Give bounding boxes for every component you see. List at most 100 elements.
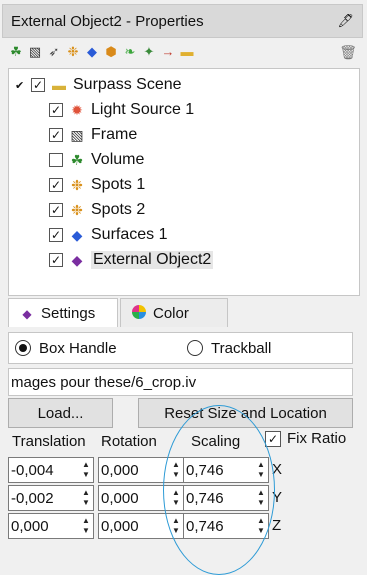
title-bar: External Object2 - Properties 🖊 <box>2 4 363 38</box>
radio-box-handle-indicator[interactable] <box>15 340 31 356</box>
frame-icon: ▧ <box>70 126 84 143</box>
object-toolbar: ☘ ▧ ➶ ❉ ◆ ⬢ ❧ ✦ → ▬ 🗑 <box>8 44 363 66</box>
tree-item-surfaces-1[interactable]: ✓ ◆ Surfaces 1 <box>49 223 167 247</box>
window-title: External Object2 - Properties <box>11 12 204 30</box>
rotation-x-value: 0,000 <box>101 461 139 479</box>
pin-icon[interactable]: 🖊 <box>337 13 354 29</box>
trash-icon[interactable]: 🗑 <box>339 44 357 61</box>
scaling-x-spinbox[interactable]: 0,746 ▲ ▼ <box>183 457 269 483</box>
load-button[interactable]: Load... <box>8 398 113 428</box>
scaling-header: Scaling <box>191 433 241 450</box>
scaling-y-spinbox[interactable]: 0,746 ▲ ▼ <box>183 485 269 511</box>
checkbox-surfaces-1[interactable]: ✓ <box>49 228 63 242</box>
rotation-y-spinbox[interactable]: 0,000 ▲ ▼ <box>98 485 184 511</box>
folder-add-icon[interactable]: ▬ <box>179 44 195 60</box>
radio-trackball[interactable]: Trackball <box>187 340 271 357</box>
tree-item-label: Surfaces 1 <box>91 226 168 243</box>
tree-item-light-source[interactable]: ✓ ✹ Light Source 1 <box>49 98 194 122</box>
surface-add-icon[interactable]: ☘ <box>8 44 24 60</box>
checkbox-spots-2[interactable]: ✓ <box>49 203 63 217</box>
frame-add-icon[interactable]: ▧ <box>27 44 43 60</box>
checkbox-external-object2[interactable]: ✓ <box>49 253 63 267</box>
checkbox-light-source[interactable]: ✓ <box>49 103 63 117</box>
translation-x-value: -0,004 <box>11 461 54 479</box>
translation-z-spinbox[interactable]: 0,000 ▲ ▼ <box>8 513 94 539</box>
surfaces-add-icon[interactable]: ◆ <box>84 44 100 60</box>
rotation-z-value: 0,000 <box>101 517 139 535</box>
radio-trackball-label: Trackball <box>211 339 272 357</box>
scene-tree: ✔ ✓ ▬ Surpass Scene ✓ ✹ Light Source 1 ✓… <box>8 68 360 296</box>
tree-item-label: Spots 2 <box>91 201 146 218</box>
scaling-x-value: 0,746 <box>186 461 224 479</box>
scaling-y-value: 0,746 <box>186 489 224 507</box>
tab-bar: ◆ Settings Color <box>8 298 360 328</box>
tree-item-label: Light Source 1 <box>91 101 195 118</box>
chevron-down-icon[interactable]: ✔ <box>15 79 27 92</box>
translation-header: Translation <box>12 433 86 450</box>
axis-z-label: Z <box>272 517 282 534</box>
tab-color[interactable]: Color <box>120 298 228 328</box>
mode-radio-group: Box Handle Trackball <box>8 332 353 364</box>
settings-panel: Box Handle Trackball mages pour these/6_… <box>8 327 360 543</box>
spin-arrows-icon[interactable]: ▲ ▼ <box>80 516 92 536</box>
checkbox-surpass-scene[interactable]: ✓ <box>31 78 45 92</box>
radio-box-handle[interactable]: Box Handle <box>15 340 117 357</box>
light-add-icon[interactable]: ➶ <box>46 44 62 60</box>
tree-item-spots-2[interactable]: ✓ ❉ Spots 2 <box>49 198 145 222</box>
tree-item-volume[interactable]: ☘ Volume <box>49 148 144 172</box>
fix-ratio-check-indicator[interactable]: ✓ <box>265 430 281 447</box>
translation-x-spinbox[interactable]: -0,004 ▲ ▼ <box>8 457 94 483</box>
tab-settings[interactable]: ◆ Settings <box>8 298 118 328</box>
surfaces-icon: ◆ <box>71 226 83 243</box>
light-icon: ✹ <box>71 101 83 118</box>
tree-root[interactable]: ✔ ✓ ▬ Surpass Scene <box>15 73 182 97</box>
spin-arrows-icon[interactable]: ▲ ▼ <box>255 488 267 508</box>
tree-item-external-object2[interactable]: ✓ ◆ External Object2 <box>49 248 214 272</box>
spin-arrows-icon[interactable]: ▲ ▼ <box>255 516 267 536</box>
spots-add-icon[interactable]: ❉ <box>65 44 81 60</box>
spots-icon: ❉ <box>71 176 83 193</box>
tree-item-label: External Object2 <box>91 251 214 269</box>
filaments-add-icon[interactable]: ❧ <box>122 44 138 60</box>
reset-size-location-button[interactable]: Reset Size and Location <box>138 398 353 428</box>
spots-icon: ❉ <box>71 201 83 218</box>
fix-ratio-checkbox[interactable]: ✓ Fix Ratio <box>265 430 346 447</box>
radio-trackball-indicator[interactable] <box>187 340 203 356</box>
axis-y-label: Y <box>272 489 283 506</box>
rotation-z-spinbox[interactable]: 0,000 ▲ ▼ <box>98 513 184 539</box>
tree-item-label: Spots 1 <box>91 176 146 193</box>
scaling-z-value: 0,746 <box>186 517 224 535</box>
radio-box-handle-label: Box Handle <box>39 339 117 357</box>
settings-tab-icon: ◆ <box>22 306 32 321</box>
measurement-add-icon[interactable]: ✦ <box>141 44 157 60</box>
spin-arrows-icon[interactable]: ▲ ▼ <box>80 460 92 480</box>
scaling-z-spinbox[interactable]: 0,746 ▲ ▼ <box>183 513 269 539</box>
checkbox-spots-1[interactable]: ✓ <box>49 178 63 192</box>
spin-arrows-icon[interactable]: ▲ ▼ <box>170 460 182 480</box>
cells-add-icon[interactable]: ⬢ <box>103 44 119 60</box>
folder-icon: ▬ <box>52 77 66 93</box>
properties-panel: External Object2 - Properties 🖊 ☘ ▧ ➶ ❉ … <box>0 0 367 575</box>
checkbox-volume[interactable] <box>49 153 63 167</box>
tab-color-label: Color <box>153 304 189 322</box>
tree-item-frame[interactable]: ✓ ▧ Frame <box>49 123 137 147</box>
color-wheel-icon <box>131 304 147 322</box>
translation-y-value: -0,002 <box>11 489 54 507</box>
tree-root-label: Surpass Scene <box>73 76 182 93</box>
file-path-field[interactable]: mages pour these/6_crop.iv <box>8 368 353 396</box>
tree-item-spots-1[interactable]: ✓ ❉ Spots 1 <box>49 173 145 197</box>
spin-arrows-icon[interactable]: ▲ ▼ <box>80 488 92 508</box>
spin-arrows-icon[interactable]: ▲ ▼ <box>255 460 267 480</box>
rotation-y-value: 0,000 <box>101 489 139 507</box>
translation-y-spinbox[interactable]: -0,002 ▲ ▼ <box>8 485 94 511</box>
checkbox-frame[interactable]: ✓ <box>49 128 63 142</box>
external-object-icon: ◆ <box>71 251 83 268</box>
translation-z-value: 0,000 <box>11 517 49 535</box>
spin-arrows-icon[interactable]: ▲ ▼ <box>170 488 182 508</box>
axis-x-label: X <box>272 461 283 478</box>
spin-arrows-icon[interactable]: ▲ ▼ <box>170 516 182 536</box>
rotation-x-spinbox[interactable]: 0,000 ▲ ▼ <box>98 457 184 483</box>
fix-ratio-label: Fix Ratio <box>287 430 347 447</box>
tree-item-label: Frame <box>91 126 138 143</box>
reference-add-icon[interactable]: → <box>160 44 176 60</box>
